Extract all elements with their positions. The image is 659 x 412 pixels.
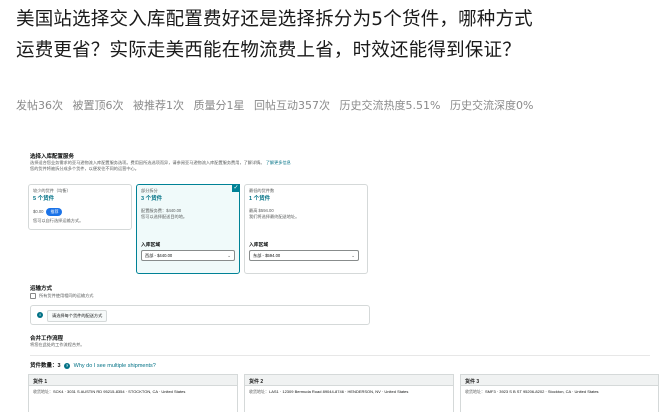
same-method-checkbox[interactable] [30, 293, 36, 299]
shipment-address: 收货地址：LAS1 · 12309 Bermuda Road 89044-874… [249, 389, 409, 394]
why-multiple-link[interactable]: Why do I see multiple shipments? [74, 363, 156, 369]
region-select[interactable]: 东部 - $594.00 ⌄ [249, 250, 359, 261]
combine-desc: 将您在此处的工作流程合并。 [30, 342, 85, 347]
option-main: 5 个货件 [33, 196, 55, 202]
embedded-screenshot: 选择入库配置服务 选择适合您业务需求的亚马逊物流入库配置服务选项。费用因所选选项… [28, 148, 659, 412]
shipment-card-2: 货件 2 收货地址：LAS1 · 12309 Bermuda Road 8904… [244, 374, 454, 412]
option-fee: $0.00 推荐 [33, 208, 127, 216]
recommended-badge: 推荐 [46, 208, 63, 216]
option-desc: 我们将选择最终配送地址。 [249, 214, 300, 219]
checkmark-icon: ✓ [232, 184, 240, 192]
option-desc: 您可以自行选择运输方式。 [33, 218, 84, 223]
region-select[interactable]: 西部 - $440.00 ⌄ [141, 250, 235, 261]
option-card-3[interactable]: ✓ 部分拆分 3 个货件 配置服务费：$440.00 您可以选择配送目的地。 入… [136, 184, 240, 274]
shipment-address: 收货地址：SCK4 · 3031 S AUSTIN RD 95215-8354 … [33, 389, 186, 394]
info-icon: i [37, 312, 43, 318]
stat-quality: 质量分1星 [193, 99, 245, 112]
region-label: 入库区域 [141, 243, 161, 248]
option-desc: 您可以选择配送目的地。 [141, 214, 188, 219]
stat-posts: 发帖36次 [16, 99, 63, 112]
shipment-count: 货件数量：3 ? Why do I see multiple shipments… [30, 363, 156, 369]
help-icon: ? [64, 363, 71, 369]
shipment-card-3: 货件 3 收货地址：SMF3 · 3923 S B ST 95206-8202 … [460, 374, 659, 412]
stat-heat: 历史交流热度5.51% [339, 99, 441, 112]
chevron-down-icon: ⌄ [227, 253, 231, 258]
ship-method-title: 运输方式 [30, 286, 53, 292]
info-text: 请选择每个货件的配送方式 [47, 310, 108, 322]
shipment-address: 收货地址：SMF3 · 3923 S B ST 95206-8202 · Sto… [465, 389, 599, 394]
question-title: 美国站选择交入库配置费好还是选择拆分为5个货件，哪种方式运费更省？实际走美西能在… [16, 9, 533, 61]
region-label: 入库区域 [249, 243, 269, 248]
stat-pinned: 被置顶6次 [72, 99, 124, 112]
stat-recommended: 被推荐1次 [133, 99, 184, 112]
same-method-label: 所有货件使用相同的运输方式 [39, 293, 94, 298]
option-main: 1 个货件 [249, 196, 271, 202]
shipment-name: 货件 1 [29, 375, 237, 386]
combine-title: 合并工作流程 [30, 336, 64, 342]
shipment-name: 货件 2 [245, 375, 453, 386]
author-stats: 发帖36次 被置顶6次 被推荐1次 质量分1星 回帖互动357次 历史交流热度5… [16, 97, 539, 113]
inbound-desc-2: 您的货件将被拆分成多个货件，以便发往不同的运营中心。 [30, 166, 139, 171]
option-card-1[interactable]: 最低的货件数 1 个货件 最高 $594.00 我们将选择最终配送地址。 入库区… [244, 184, 368, 274]
learn-more-link[interactable]: 了解更多信息 [266, 160, 291, 165]
shipment-name: 货件 3 [461, 375, 658, 386]
divider [30, 355, 650, 356]
info-box: i 请选择每个货件的配送方式 [30, 305, 370, 325]
option-card-5[interactable]: 较少的货件（均衡） 5 个货件 $0.00 推荐 您可以自行选择运输方式。 [28, 184, 132, 230]
chevron-down-icon: ⌄ [351, 253, 355, 258]
stat-interactions: 回帖互动357次 [254, 99, 330, 112]
stat-depth: 历史交流深度0% [449, 99, 534, 112]
option-main: 3 个货件 [141, 196, 163, 202]
shipment-card-1: 货件 1 收货地址：SCK4 · 3031 S AUSTIN RD 95215-… [28, 374, 238, 412]
inbound-title: 选择入库配置服务 [30, 154, 75, 160]
